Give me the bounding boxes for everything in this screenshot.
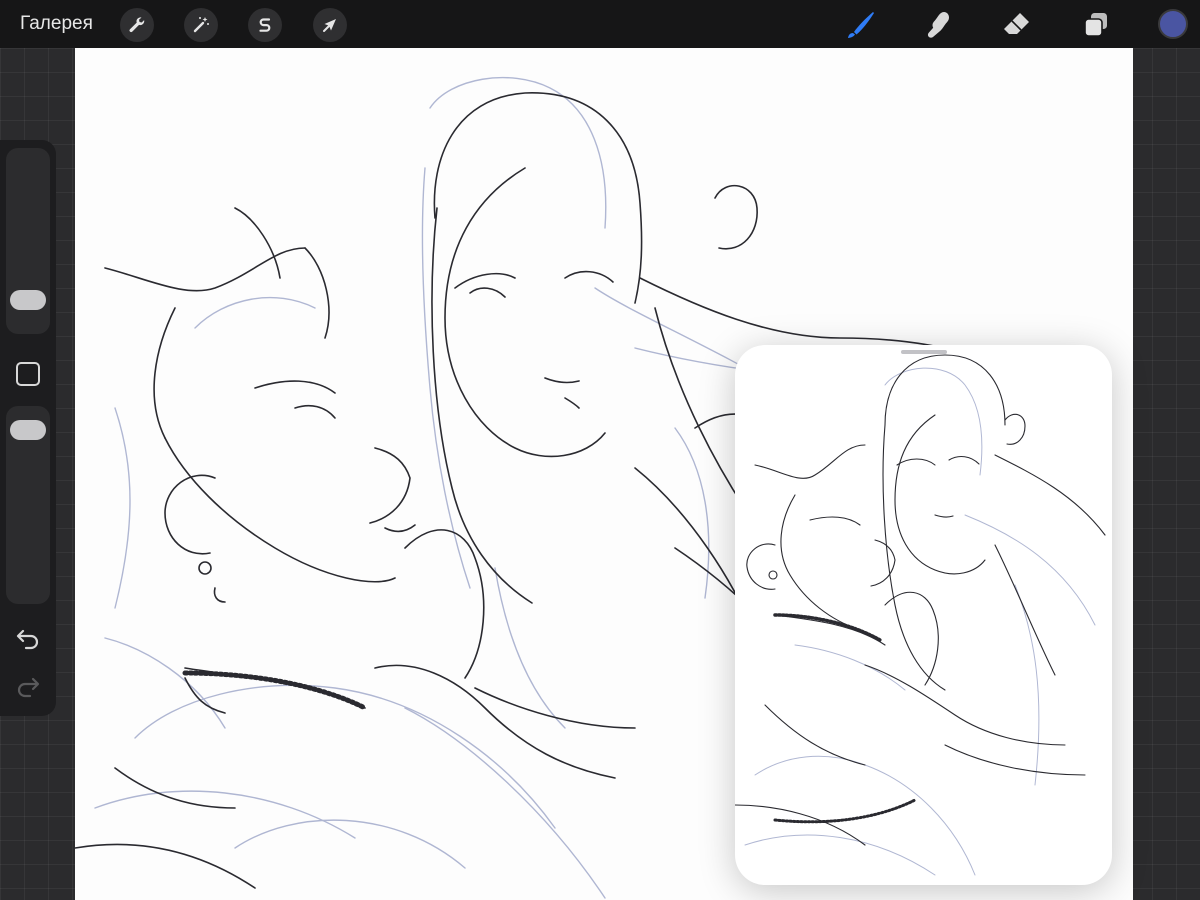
brush-tool-button[interactable] <box>842 6 880 44</box>
actions-button[interactable] <box>120 8 154 42</box>
color-picker-swatch[interactable] <box>1158 9 1188 39</box>
square-icon <box>18 364 38 384</box>
top-toolbar: Галерея <box>0 0 1200 48</box>
transform-button[interactable] <box>313 8 347 42</box>
selection-button[interactable] <box>248 8 282 42</box>
magic-wand-icon <box>193 17 209 33</box>
wrench-icon <box>129 17 145 33</box>
reference-image <box>735 354 1106 876</box>
selection-s-icon <box>259 18 271 32</box>
layers-icon <box>1084 13 1107 37</box>
adjustments-button[interactable] <box>184 8 218 42</box>
redo-arrow-icon <box>17 677 40 698</box>
redo-button[interactable] <box>14 674 42 700</box>
modify-button[interactable] <box>16 362 40 386</box>
reference-window[interactable] <box>735 345 1112 885</box>
brush-size-thumb[interactable] <box>10 290 46 310</box>
smudge-tool-button[interactable] <box>920 6 958 44</box>
brush-size-slider[interactable] <box>6 148 50 334</box>
gallery-button[interactable]: Галерея <box>20 12 93 36</box>
arrow-cursor-icon <box>323 19 336 32</box>
eraser-icon <box>1004 13 1029 34</box>
eraser-tool-button[interactable] <box>998 6 1036 44</box>
smudge-icon <box>927 12 949 38</box>
undo-arrow-icon <box>16 629 39 650</box>
layers-button[interactable] <box>1077 6 1115 44</box>
left-sidebar <box>0 140 56 716</box>
brush-icon <box>848 12 874 38</box>
undo-button[interactable] <box>14 626 42 652</box>
opacity-slider[interactable] <box>6 406 50 604</box>
opacity-thumb[interactable] <box>10 420 46 440</box>
